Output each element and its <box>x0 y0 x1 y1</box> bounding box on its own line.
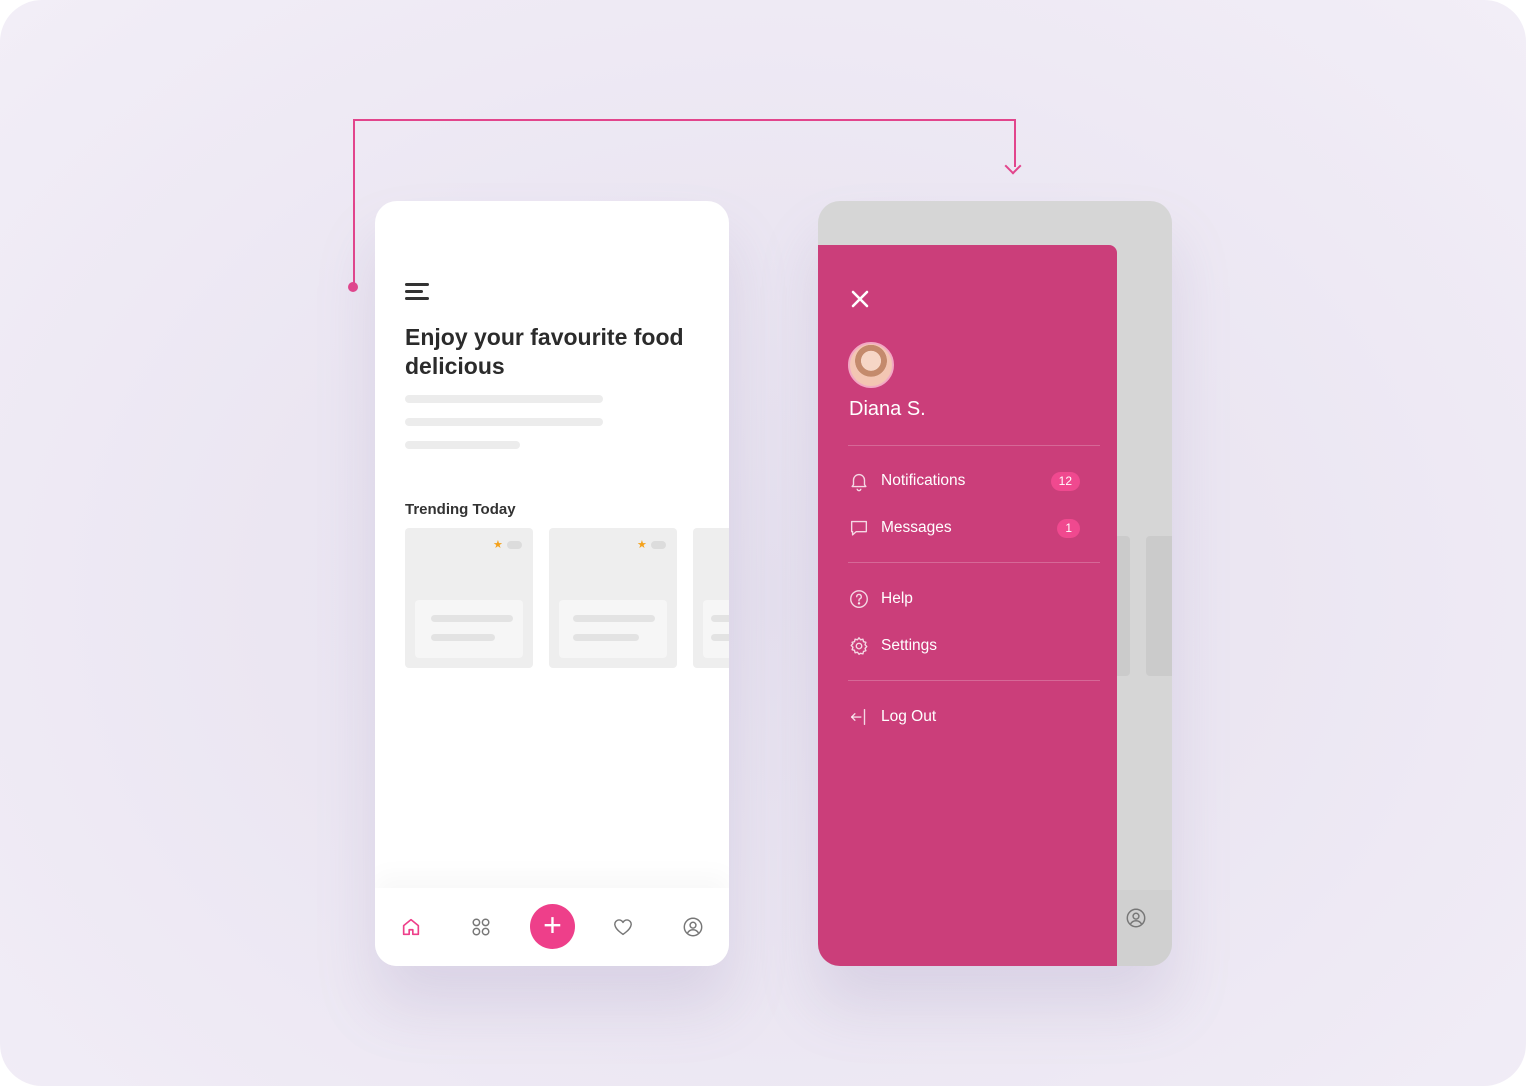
avatar <box>848 342 894 388</box>
grid-icon[interactable] <box>470 916 492 938</box>
notification-count-badge: 12 <box>1050 471 1080 491</box>
divider <box>848 445 1100 446</box>
bottom-tab-bar: + <box>375 888 729 966</box>
menu-item-label: Help <box>881 590 913 607</box>
page-title: Enjoy your favourite food delicious <box>405 324 684 379</box>
rating-placeholder <box>651 541 666 549</box>
menu-item-help[interactable]: Help <box>848 586 1080 612</box>
add-button[interactable]: + <box>530 904 575 949</box>
menu-item-notifications[interactable]: Notifications 12 <box>848 468 1080 494</box>
rating-placeholder <box>507 541 522 549</box>
logout-icon <box>850 708 866 726</box>
hamburger-menu-icon[interactable] <box>405 283 429 301</box>
text-placeholder <box>405 418 603 426</box>
card-info-placeholder <box>415 600 523 658</box>
menu-item-logout[interactable]: Log Out <box>848 704 1080 730</box>
bell-icon <box>851 473 867 492</box>
text-placeholder <box>405 395 603 403</box>
drawer-screen: Diana S. Notifications 12 Messages 1 Hel… <box>818 201 1172 966</box>
star-icon: ★ <box>493 539 503 551</box>
menu-item-messages[interactable]: Messages 1 <box>848 515 1080 541</box>
close-icon[interactable] <box>850 289 870 309</box>
help-icon <box>850 590 868 608</box>
side-drawer: Diana S. Notifications 12 Messages 1 Hel… <box>818 245 1117 966</box>
heart-icon[interactable] <box>612 916 634 938</box>
canvas: Enjoy your favourite food delicious Tren… <box>0 0 1526 1086</box>
message-count-badge: 1 <box>1057 518 1080 538</box>
profile-icon[interactable] <box>1125 907 1147 929</box>
card-info-placeholder <box>559 600 667 658</box>
home-icon[interactable] <box>400 916 422 938</box>
flow-start-dot <box>348 282 358 292</box>
menu-item-label: Log Out <box>881 708 937 725</box>
user-name: Diana S. <box>849 398 926 420</box>
trending-card[interactable] <box>693 528 729 668</box>
text-placeholder <box>405 441 520 449</box>
section-title: Trending Today <box>405 501 516 518</box>
trending-card[interactable]: ★ <box>549 528 677 668</box>
profile-icon[interactable] <box>682 916 704 938</box>
menu-item-label: Notifications <box>881 472 966 489</box>
chat-icon <box>850 520 868 536</box>
ghost-card <box>1146 536 1172 676</box>
card-info-placeholder <box>703 600 729 658</box>
menu-item-label: Settings <box>881 637 938 654</box>
star-icon: ★ <box>637 539 647 551</box>
divider <box>848 680 1100 681</box>
trending-card[interactable]: ★ <box>405 528 533 668</box>
divider <box>848 562 1100 563</box>
menu-item-label: Messages <box>881 519 952 536</box>
menu-item-settings[interactable]: Settings <box>848 633 1080 659</box>
home-screen: Enjoy your favourite food delicious Tren… <box>375 201 729 966</box>
gear-icon <box>850 637 868 655</box>
